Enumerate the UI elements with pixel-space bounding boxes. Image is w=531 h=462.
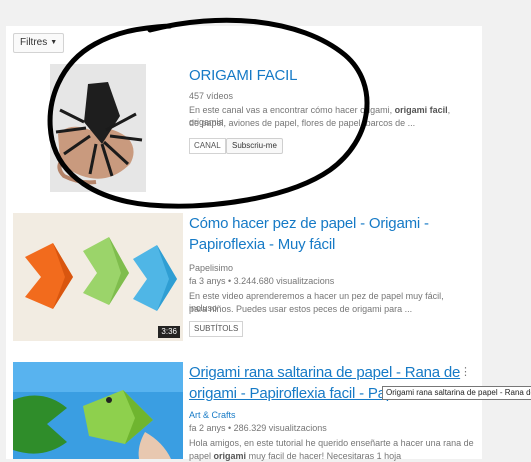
video-title-line-2[interactable]: Papiroflexia - Muy fácil	[189, 235, 335, 254]
channel-title[interactable]: ORIGAMI FACIL	[189, 66, 297, 85]
hand-origami-spider-image	[50, 64, 146, 192]
desc-post: muy facil de hacer! Necesitaras 1 hoja	[248, 451, 402, 461]
filters-label: Filtres	[20, 37, 48, 48]
video-stats: fa 2 anys • 286.329 visualitzacions	[189, 423, 327, 433]
paper-fish-image	[13, 213, 183, 341]
video-title-line-1[interactable]: Origami rana saltarina de papel - Rana d…	[189, 363, 460, 382]
subscribe-button[interactable]: Subscriu-me	[226, 138, 283, 154]
title-tooltip: Origami rana saltarina de papel - Rana d…	[382, 386, 531, 400]
desc-pre: papel	[189, 451, 212, 461]
video-description-line-1: Hola amigos, en este tutorial he querido…	[189, 438, 474, 448]
desc-bold: origami	[213, 451, 247, 461]
video-description-line-2: papel origami muy facil de hacer! Necesi…	[189, 450, 474, 462]
video-thumbnail-fish[interactable]: 3:36	[13, 213, 183, 341]
channel-name[interactable]: Art & Crafts	[189, 409, 236, 421]
filters-button[interactable]: Filtres ▼	[13, 33, 65, 53]
caret-down-icon: ▼	[50, 39, 58, 46]
channel-thumbnail[interactable]	[50, 64, 146, 192]
video-stats: fa 3 anys • 3.244.680 visualitzacions	[189, 276, 335, 286]
video-duration: 3:36	[158, 326, 180, 338]
video-description-line-2: para niños. Puedes usar estos peces de o…	[189, 304, 413, 314]
video-title-line-1[interactable]: Cómo hacer pez de papel - Origami -	[189, 214, 429, 233]
paper-frog-image	[13, 362, 183, 459]
more-options-icon[interactable]: ⋮	[460, 367, 471, 378]
channel-badge: CANAL	[189, 138, 226, 154]
video-thumbnail-frog[interactable]	[13, 362, 183, 459]
desc-text: En este canal vas a encontrar cómo hacer…	[189, 105, 393, 115]
video-count: 457 vídeos	[189, 91, 234, 101]
channel-description-line-2: de papel, aviones de papel, flores de pa…	[189, 118, 416, 128]
subtitles-badge: SUBTÍTOLS	[189, 321, 244, 337]
channel-name[interactable]: Papelisimo	[189, 262, 233, 274]
desc-bold: origami facil	[394, 105, 448, 115]
